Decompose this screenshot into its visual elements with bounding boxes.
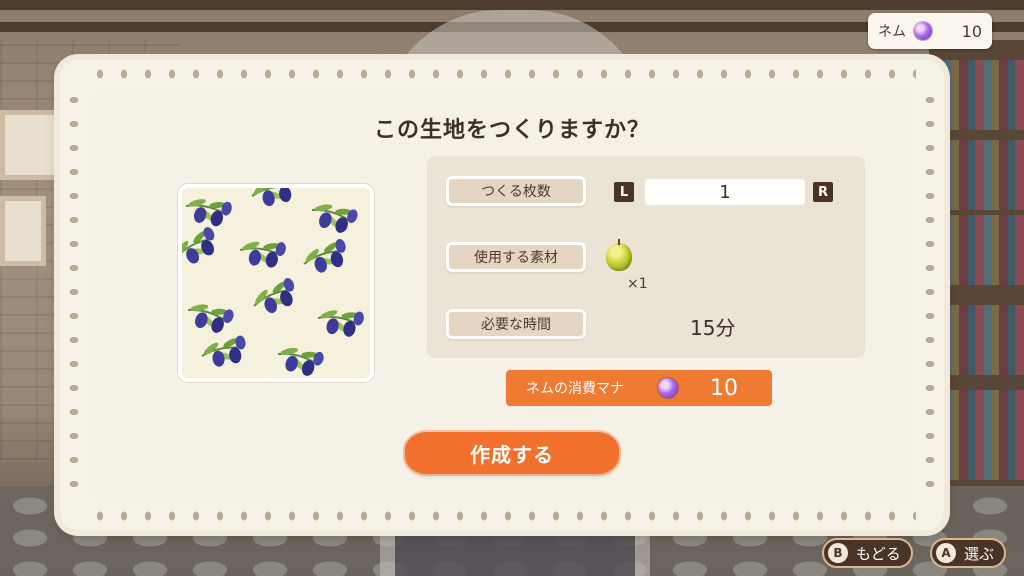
- green-apple-icon: [606, 239, 632, 271]
- create-button[interactable]: 作成する: [405, 432, 619, 474]
- material-count: ×1: [627, 276, 648, 292]
- a-button-icon: A: [936, 543, 956, 563]
- back-hint-label: もどる: [856, 544, 901, 563]
- mana-gem-icon: [658, 378, 678, 398]
- lace-border: [88, 510, 916, 522]
- book-row: [935, 215, 1024, 285]
- time-label: 必要な時間: [446, 309, 586, 339]
- back-hint-button[interactable]: B もどる: [822, 538, 913, 568]
- lace-border: [924, 88, 936, 502]
- lace-border: [68, 88, 80, 502]
- olive-pattern-image: [182, 188, 370, 378]
- mana-gem-icon: [914, 22, 932, 40]
- book-row: [935, 140, 1024, 210]
- required-time: 15分: [690, 316, 736, 340]
- b-button-icon: B: [828, 543, 848, 563]
- increase-quantity-button[interactable]: R: [813, 182, 833, 202]
- book-row: [935, 390, 1024, 480]
- decrease-quantity-button[interactable]: L: [614, 182, 634, 202]
- dialog-title: この生地をつくりますか？: [373, 118, 650, 143]
- select-hint-button[interactable]: A 選ぶ: [930, 538, 1007, 568]
- wall-painting: [0, 196, 46, 266]
- mana-cost-label: ネムの消費マナ: [526, 381, 624, 397]
- ceiling-beam: [0, 0, 1024, 10]
- currency-badge: ネム 10: [868, 13, 992, 49]
- quantity-label: つくる枚数: [446, 176, 586, 206]
- book-row: [935, 305, 1024, 375]
- select-hint-label: 選ぶ: [964, 544, 995, 563]
- mana-cost-bar: ネムの消費マナ 10: [506, 370, 772, 406]
- mana-cost-value: 10: [710, 375, 738, 401]
- fabric-preview: [178, 184, 374, 382]
- quantity-field[interactable]: 1: [645, 179, 805, 205]
- currency-label: ネム: [878, 24, 906, 40]
- currency-value: 10: [961, 21, 982, 41]
- lace-border: [88, 68, 916, 80]
- material-label: 使用する素材: [446, 242, 586, 272]
